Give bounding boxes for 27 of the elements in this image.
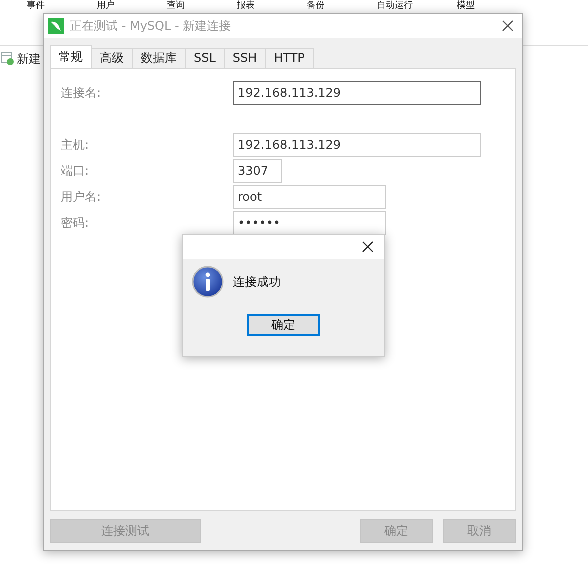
message-text: 连接成功 [233, 274, 281, 290]
input-field[interactable]: •••••• [233, 211, 386, 235]
field-label: 用户名: [61, 188, 102, 206]
input-field[interactable]: 192.168.113.129 [233, 133, 481, 157]
field-label: 连接名: [61, 84, 102, 102]
input-field[interactable]: 3307 [233, 159, 282, 183]
toolbar-item[interactable]: 新建 [17, 50, 41, 68]
menu-item[interactable]: 报表 [237, 1, 307, 12]
ok-button[interactable]: 确定 [247, 314, 320, 336]
window-title: 正在测试 - MySQL - 新建连接 [70, 18, 232, 34]
close-icon[interactable] [362, 241, 374, 253]
menu-item[interactable]: 查询 [167, 1, 237, 12]
field-label: 端口: [61, 162, 90, 180]
tab[interactable]: HTTP [265, 48, 314, 68]
input-field[interactable]: root [233, 185, 386, 209]
menu-item[interactable]: 备份 [307, 1, 377, 12]
menu-item[interactable]: 事件 [27, 1, 97, 12]
menu-item[interactable]: 用户 [97, 1, 167, 12]
app-icon [48, 18, 64, 34]
input-field[interactable]: 192.168.113.129 [233, 81, 481, 105]
field-label: 主机: [61, 136, 90, 154]
close-icon[interactable] [502, 20, 514, 32]
menu-item[interactable]: 自动运行 [377, 1, 457, 12]
field-label: 密码: [61, 214, 90, 232]
tab[interactable]: 常规 [50, 45, 92, 68]
menu-item[interactable]: 模型 [457, 1, 527, 12]
info-icon [192, 266, 224, 298]
